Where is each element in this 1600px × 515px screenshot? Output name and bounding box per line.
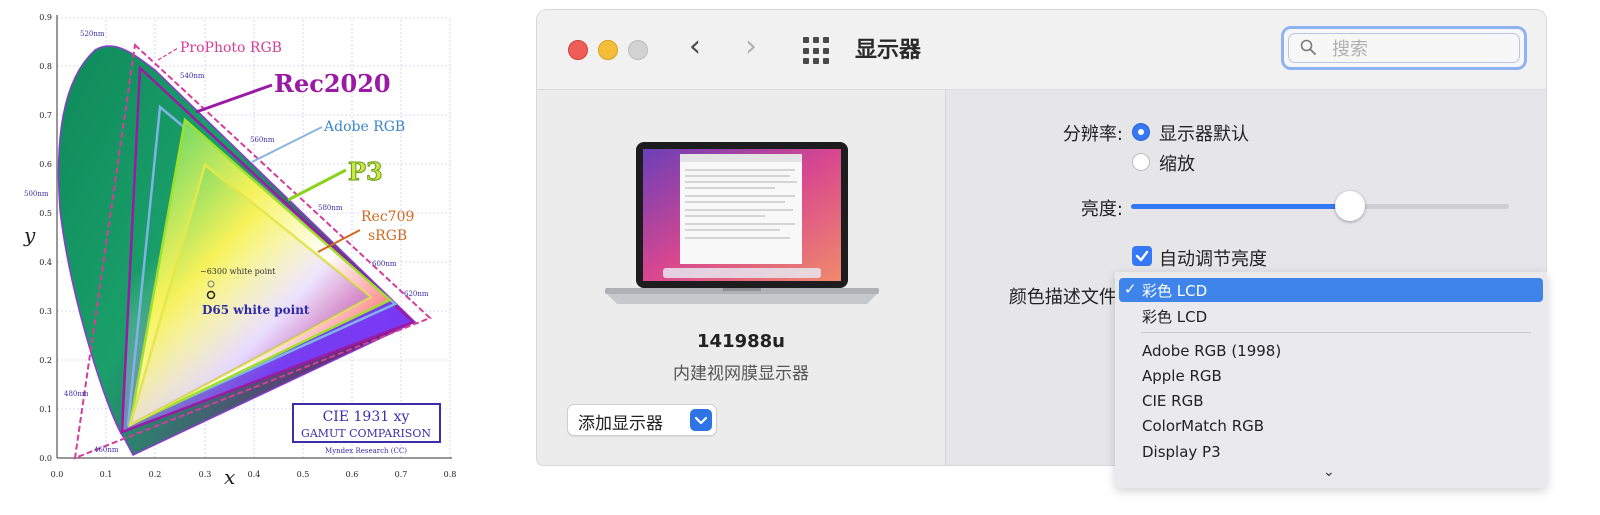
minimize-button[interactable]: [598, 40, 618, 60]
y-tick: 0.6: [39, 160, 52, 169]
x-tick: 0.2: [149, 470, 162, 479]
color-profile-menu: ✓ 彩色 LCD 彩色 LCD Adobe RGB (1998) Apple R…: [1115, 272, 1547, 488]
white-point-6300-label: ~6300 white point: [200, 267, 276, 276]
wl-580: 580nm: [318, 204, 343, 212]
auto-brightness-label: 自动调节亮度: [1159, 249, 1267, 270]
x-tick: 0.7: [395, 470, 408, 479]
search-field[interactable]: [1281, 26, 1527, 70]
x-tick: 0.8: [444, 470, 457, 479]
auto-brightness-checkbox[interactable]: [1132, 246, 1152, 266]
menu-item[interactable]: Apple RGB: [1142, 367, 1222, 385]
title-box-line2: GAMUT COMPARISON: [301, 427, 431, 440]
white-point-d65-label: D65 white point: [202, 303, 310, 317]
radio-scaled[interactable]: [1132, 153, 1150, 171]
menu-item-selected[interactable]: ✓ 彩色 LCD: [1119, 278, 1543, 302]
y-tick: 0.5: [39, 209, 52, 218]
menu-item[interactable]: CIE RGB: [1142, 392, 1203, 410]
brightness-slider-knob[interactable]: [1335, 191, 1366, 221]
label-rec2020: Rec2020: [274, 69, 391, 98]
wl-460: 460nm: [94, 446, 119, 454]
add-display-label: 添加显示器: [578, 414, 663, 434]
label-srgb: sRGB: [368, 228, 407, 244]
menu-item[interactable]: Display P3: [1142, 443, 1221, 461]
cie-gamut-chart: ~6300 white point D65 white point ProPho…: [23, 13, 457, 489]
close-button[interactable]: [568, 40, 588, 60]
menu-item[interactable]: ColorMatch RGB: [1142, 417, 1264, 435]
x-tick: 0.5: [297, 470, 310, 479]
wl-500: 500nm: [24, 190, 49, 198]
zoom-button[interactable]: [628, 40, 648, 60]
axis-y-label: y: [23, 223, 36, 247]
search-icon: [1300, 39, 1316, 55]
grid-icon[interactable]: [803, 37, 831, 65]
title-bar: ‹ › 显示器: [537, 10, 1546, 90]
wl-620: 620nm: [404, 290, 429, 298]
search-input[interactable]: [1330, 35, 1514, 63]
add-display-button[interactable]: 添加显示器: [567, 404, 717, 436]
display-sidebar: 141988u 内建视网膜显示器 添加显示器: [537, 90, 946, 465]
menu-separator: [1141, 332, 1531, 333]
wl-480: 480nm: [64, 390, 89, 398]
y-tick: 0.3: [39, 307, 52, 316]
laptop-icon: [605, 142, 879, 304]
display-name: 141988u: [697, 331, 785, 352]
brightness-slider[interactable]: [1131, 191, 1509, 221]
title-box-line1: CIE 1931 xy: [323, 409, 410, 425]
x-tick: 0.6: [346, 470, 359, 479]
menu-item[interactable]: Adobe RGB (1998): [1142, 342, 1281, 360]
x-tick: 0.4: [248, 470, 261, 479]
x-tick: 0.1: [100, 470, 113, 479]
credit: Myndex Research (CC): [325, 447, 407, 455]
wl-560: 560nm: [250, 136, 275, 144]
y-tick: 0.8: [39, 62, 52, 71]
resolution-option-scaled: 缩放: [1159, 154, 1195, 175]
brightness-label: 亮度:: [1080, 199, 1123, 220]
display-type: 内建视网膜显示器: [673, 364, 809, 384]
label-rec709: Rec709: [361, 209, 414, 225]
x-tick: 0.0: [51, 470, 64, 479]
radio-default[interactable]: [1132, 123, 1150, 141]
label-prophoto: ProPhoto RGB: [180, 40, 282, 56]
axis-x-label: x: [224, 465, 235, 489]
y-tick: 0.9: [39, 13, 52, 22]
checkmark-icon: ✓: [1124, 280, 1137, 298]
chevron-down-icon[interactable]: ⌄: [1323, 464, 1335, 480]
menu-item[interactable]: 彩色 LCD: [1142, 306, 1207, 327]
y-tick: 0.1: [39, 405, 52, 414]
chevron-right-icon[interactable]: ›: [745, 32, 757, 62]
window-title: 显示器: [855, 38, 922, 63]
wl-600: 600nm: [372, 260, 397, 268]
y-tick: 0.0: [39, 454, 52, 463]
label-p3: P3: [348, 157, 383, 186]
resolution-option-default: 显示器默认: [1159, 124, 1249, 145]
chevron-down-icon: [690, 409, 712, 431]
chevron-left-icon[interactable]: ‹: [689, 32, 701, 62]
color-profile-label: 颜色描述文件:: [1008, 287, 1123, 308]
y-tick: 0.7: [39, 111, 52, 120]
wl-520: 520nm: [80, 30, 105, 38]
y-tick: 0.4: [39, 258, 52, 267]
label-adobe: Adobe RGB: [323, 119, 405, 135]
wl-540: 540nm: [180, 72, 205, 80]
x-tick: 0.3: [199, 470, 212, 479]
y-tick: 0.2: [39, 356, 52, 365]
resolution-label: 分辨率:: [1062, 124, 1123, 145]
